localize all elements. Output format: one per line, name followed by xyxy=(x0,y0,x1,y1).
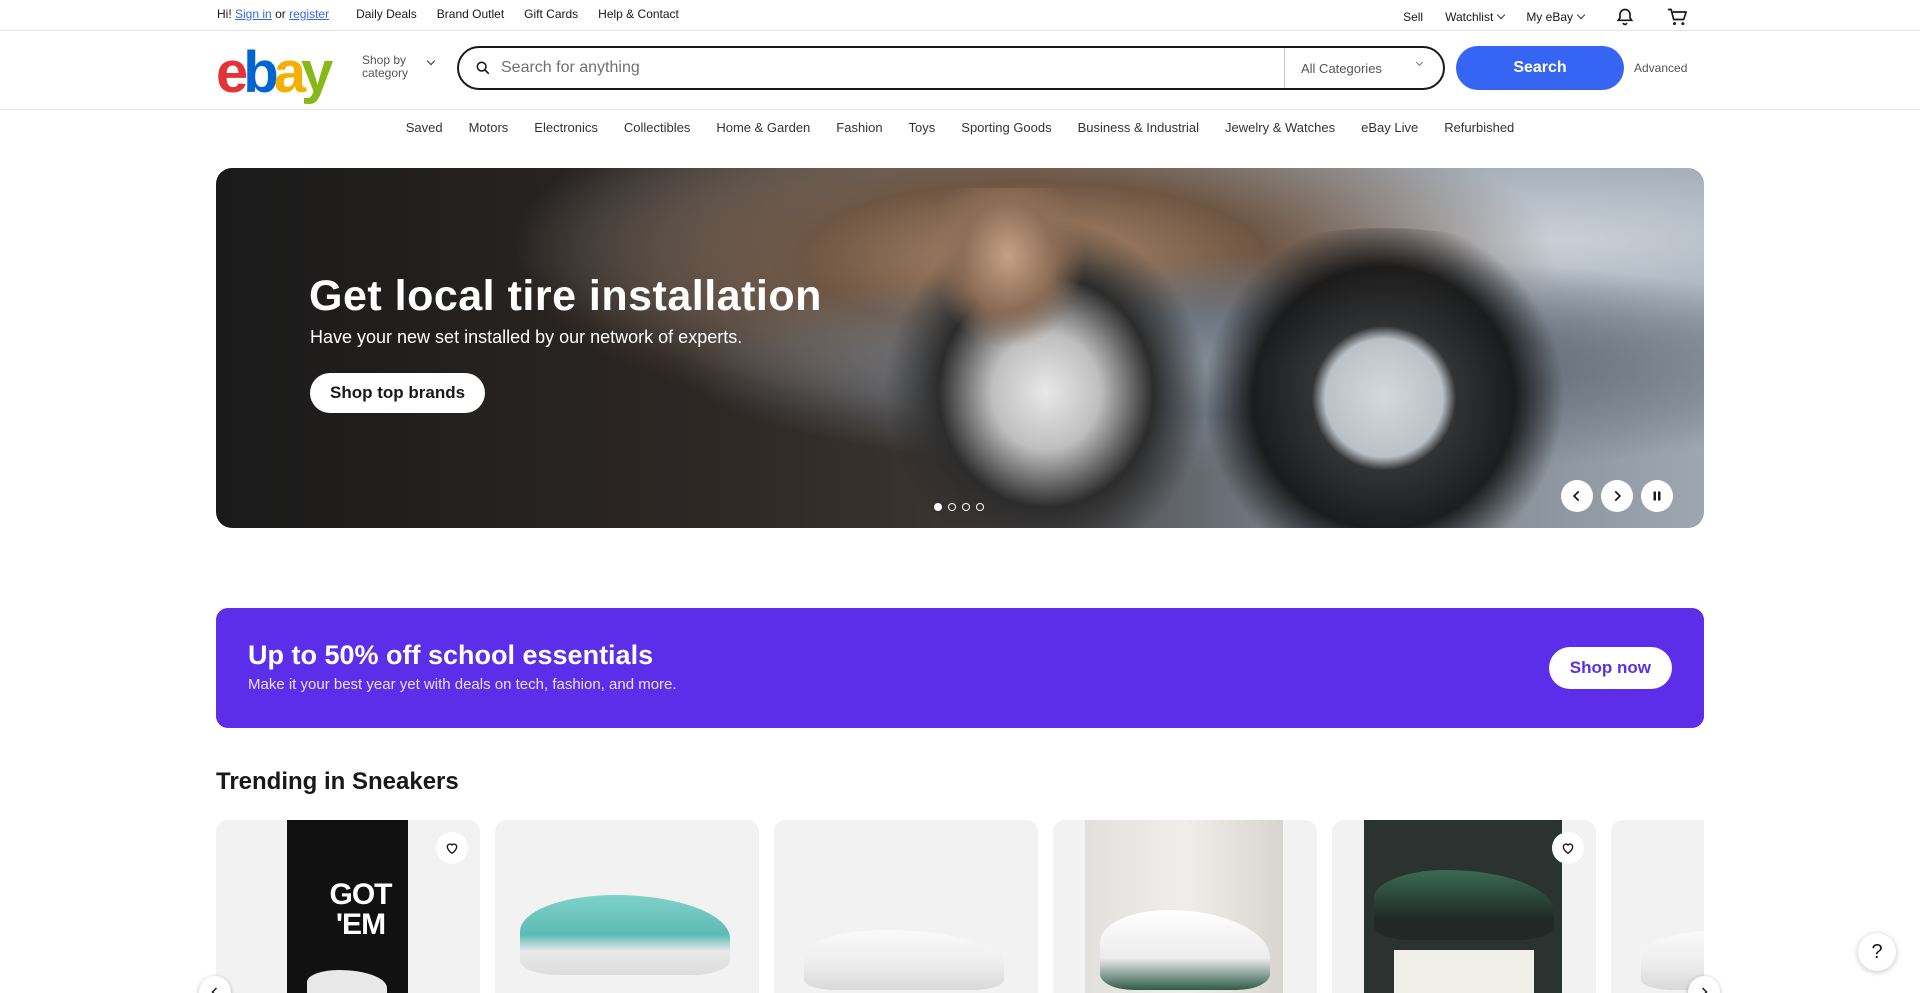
promo-subtitle: Make it your best year yet with deals on… xyxy=(248,676,677,693)
category-ebay-live[interactable]: eBay Live xyxy=(1361,120,1418,135)
search-input[interactable] xyxy=(501,59,1281,77)
notification-bell-icon[interactable] xyxy=(1614,7,1636,27)
help-contact-link[interactable]: Help & Contact xyxy=(598,7,679,21)
product-card[interactable]: GOT 'EM xyxy=(216,820,480,993)
logo-b: b xyxy=(243,40,279,105)
category-business-industrial[interactable]: Business & Industrial xyxy=(1078,120,1199,135)
product-card[interactable] xyxy=(1332,820,1596,993)
shop-top-brands-button[interactable]: Shop top brands xyxy=(310,373,486,413)
shoe-box-shape xyxy=(1394,950,1534,993)
sneaker-shape xyxy=(1100,910,1270,990)
favorite-heart-icon[interactable] xyxy=(436,832,468,864)
help-button[interactable]: ? xyxy=(1858,933,1896,971)
white-sneaker-image xyxy=(794,820,1024,993)
category-jewelry-watches[interactable]: Jewelry & Watches xyxy=(1225,120,1335,135)
sneaker-shape xyxy=(307,970,387,993)
chevron-left-icon xyxy=(1572,490,1580,502)
category-collectibles[interactable]: Collectibles xyxy=(624,120,690,135)
sneaker-shape xyxy=(1374,870,1554,940)
search-icon xyxy=(476,61,490,75)
product-card[interactable] xyxy=(1611,820,1704,993)
carousel-prev-button[interactable] xyxy=(1561,480,1593,512)
category-nav: Saved Motors Electronics Collectibles Ho… xyxy=(0,120,1920,135)
chevron-down-icon xyxy=(1415,58,1424,67)
jordan-4-oxidized-green-image xyxy=(1085,820,1283,993)
category-toys[interactable]: Toys xyxy=(909,120,936,135)
chevron-down-icon xyxy=(1497,10,1506,20)
pause-icon xyxy=(1653,491,1661,501)
chevron-left-icon xyxy=(211,987,218,993)
category-sporting-goods[interactable]: Sporting Goods xyxy=(961,120,1051,135)
shop-by-category-button[interactable]: Shop by category xyxy=(362,54,408,80)
carousel-next-button[interactable] xyxy=(1601,480,1633,512)
category-saved[interactable]: Saved xyxy=(406,120,443,135)
product-card[interactable] xyxy=(1053,820,1317,993)
category-electronics[interactable]: Electronics xyxy=(534,120,598,135)
promo-title: Up to 50% off school essentials xyxy=(248,640,654,670)
top-bar-left: Hi! Sign in or register Daily Deals Bran… xyxy=(217,7,699,21)
my-ebay-label: My eBay xyxy=(1526,10,1573,24)
carousel-dot-2[interactable] xyxy=(948,503,956,511)
logo-a: a xyxy=(273,40,306,105)
register-link[interactable]: register xyxy=(289,7,329,21)
sign-in-link[interactable]: Sign in xyxy=(235,7,272,21)
carousel-dot-1[interactable] xyxy=(934,503,942,511)
logo-e: e xyxy=(216,40,248,105)
watchlist-label: Watchlist xyxy=(1445,10,1494,24)
hero-subtitle: Have your new set installed by our netwo… xyxy=(310,327,743,347)
chevron-down-icon xyxy=(426,56,436,66)
advanced-search-link[interactable]: Advanced xyxy=(1634,61,1687,75)
hero-title: Get local tire installation xyxy=(309,272,822,320)
search-button[interactable]: Search xyxy=(1456,46,1624,90)
carousel-pause-button[interactable] xyxy=(1641,480,1673,512)
watchlist-menu[interactable]: Watchlist xyxy=(1445,10,1506,24)
greeting-prefix: Hi! xyxy=(217,7,232,21)
chevron-right-icon xyxy=(1614,490,1622,502)
brand-outlet-link[interactable]: Brand Outlet xyxy=(437,7,504,21)
category-fashion[interactable]: Fashion xyxy=(836,120,882,135)
hero-banner[interactable]: Get local tire installation Have your ne… xyxy=(216,168,1704,528)
shop-by-line2: category xyxy=(362,66,409,80)
green-dunk-box-image xyxy=(1364,820,1562,993)
top-bar: Hi! Sign in or register Daily Deals Bran… xyxy=(0,0,1920,31)
ebay-logo[interactable]: ebay xyxy=(216,44,333,102)
carousel-dot-4[interactable] xyxy=(976,503,984,511)
chevron-down-icon xyxy=(1576,10,1586,20)
product-card[interactable] xyxy=(774,820,1038,993)
my-ebay-menu[interactable]: My eBay xyxy=(1526,10,1586,24)
shop-now-button[interactable]: Shop now xyxy=(1548,647,1672,689)
daily-deals-link[interactable]: Daily Deals xyxy=(356,7,417,21)
category-refurbished[interactable]: Refurbished xyxy=(1444,120,1514,135)
greeting: Hi! Sign in or register xyxy=(217,7,329,21)
trending-title: Trending in Sneakers xyxy=(216,768,459,795)
product-card[interactable] xyxy=(495,820,759,993)
category-select[interactable]: All Categories xyxy=(1284,48,1444,88)
teal-dunk-low-image xyxy=(505,820,749,993)
sell-link[interactable]: Sell xyxy=(1403,10,1423,24)
search-bar: All Categories xyxy=(457,46,1445,90)
carousel-indicators xyxy=(934,503,990,511)
top-bar-right: Sell Watchlist My eBay xyxy=(1381,7,1688,27)
got-em-sneaker-image: GOT 'EM xyxy=(287,820,408,993)
greeting-or: or xyxy=(275,7,286,21)
carousel-dot-3[interactable] xyxy=(962,503,970,511)
got-em-text: GOT 'EM xyxy=(329,878,393,941)
category-motors[interactable]: Motors xyxy=(469,120,509,135)
category-select-label: All Categories xyxy=(1301,60,1382,76)
favorite-heart-icon[interactable] xyxy=(1552,832,1584,864)
logo-y: y xyxy=(300,40,333,105)
trending-carousel: GOT 'EM xyxy=(216,820,1704,993)
promo-banner[interactable]: Up to 50% off school essentials Make it … xyxy=(216,608,1704,728)
cart-icon[interactable] xyxy=(1666,7,1688,27)
sneaker-shape xyxy=(520,895,730,975)
gift-cards-link[interactable]: Gift Cards xyxy=(524,7,578,21)
chevron-right-icon xyxy=(1701,987,1708,993)
category-divider xyxy=(0,109,1920,110)
category-home-garden[interactable]: Home & Garden xyxy=(716,120,810,135)
sneaker-shape xyxy=(804,930,1004,990)
white-sneaker-image-2 xyxy=(1631,820,1704,993)
